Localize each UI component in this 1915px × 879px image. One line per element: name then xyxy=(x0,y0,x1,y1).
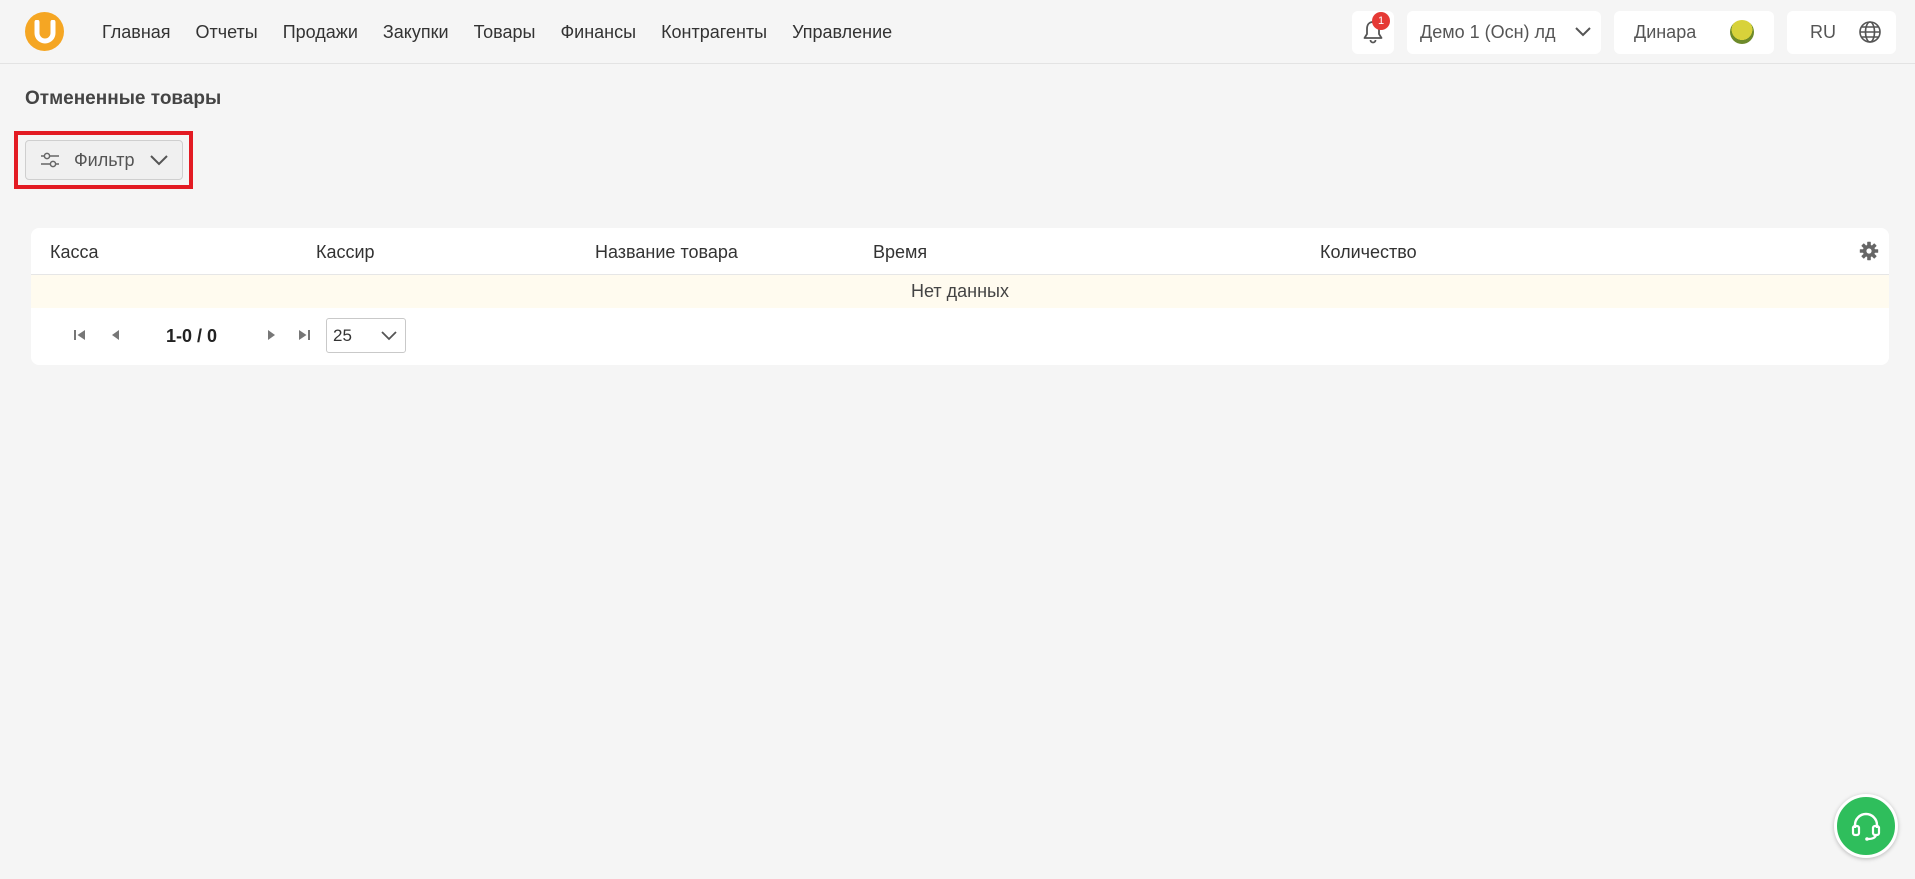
prev-page-icon[interactable] xyxy=(108,327,124,343)
notification-badge: 1 xyxy=(1372,11,1390,30)
nav-item-management[interactable]: Управление xyxy=(792,22,892,43)
column-header-quantity[interactable]: Количество xyxy=(1320,242,1417,263)
table-header: Касса Кассир Название товара Время Колич… xyxy=(31,228,1889,275)
nav-item-home[interactable]: Главная xyxy=(102,22,171,43)
settings-gear-icon[interactable] xyxy=(1859,241,1879,261)
user-menu[interactable]: Динара xyxy=(1614,10,1774,54)
nav-item-products[interactable]: Товары xyxy=(474,22,536,43)
chevron-down-icon xyxy=(1575,27,1591,37)
language-select[interactable]: RU xyxy=(1787,10,1896,54)
main-nav: Главная Отчеты Продажи Закупки Товары Фи… xyxy=(102,0,917,64)
chevron-down-icon xyxy=(150,154,169,165)
column-header-product-name[interactable]: Название товара xyxy=(595,242,738,263)
app-logo[interactable] xyxy=(25,12,64,51)
nav-item-purchases[interactable]: Закупки xyxy=(383,22,449,43)
page-title: Отмененные товары xyxy=(25,88,222,109)
support-chat-button[interactable] xyxy=(1834,794,1898,858)
sliders-icon xyxy=(41,152,59,168)
first-page-icon[interactable] xyxy=(72,327,88,343)
last-page-icon[interactable] xyxy=(296,327,312,343)
column-header-time[interactable]: Время xyxy=(873,242,927,263)
organization-select[interactable]: Демо 1 (Осн) лд xyxy=(1407,10,1601,54)
page-range: 1-0 / 0 xyxy=(166,326,218,346)
filter-button[interactable]: Фильтр xyxy=(25,140,183,180)
organization-label: Демо 1 (Осн) лд xyxy=(1420,21,1556,42)
headset-icon xyxy=(1851,812,1881,841)
nav-item-contractors[interactable]: Контрагенты xyxy=(661,22,767,43)
notifications-button[interactable]: 1 xyxy=(1352,10,1394,54)
top-bar: Главная Отчеты Продажи Закупки Товары Фи… xyxy=(0,0,1915,64)
pagination: 1-0 / 0 25 xyxy=(31,317,1889,355)
nav-item-sales[interactable]: Продажи xyxy=(283,22,358,43)
avatar xyxy=(1730,20,1754,44)
column-header-cashier[interactable]: Кассир xyxy=(316,242,375,263)
filter-label: Фильтр xyxy=(74,149,135,170)
cancelled-items-table: Касса Кассир Название товара Время Колич… xyxy=(31,228,1889,365)
header-actions: 1 Демо 1 (Осн) лд Динара RU xyxy=(1352,10,1896,54)
next-page-icon[interactable] xyxy=(263,327,279,343)
nav-item-reports[interactable]: Отчеты xyxy=(196,22,258,43)
empty-message: Нет данных xyxy=(911,281,1009,301)
nav-item-finance[interactable]: Финансы xyxy=(560,22,636,43)
page-size-select[interactable]: 25 xyxy=(326,318,406,353)
page-size-value: 25 xyxy=(333,325,352,345)
column-header-register[interactable]: Касса xyxy=(50,242,99,263)
chevron-down-icon xyxy=(381,330,397,340)
user-name: Динара xyxy=(1634,21,1697,42)
empty-row: Нет данных xyxy=(31,275,1889,308)
language-label: RU xyxy=(1810,21,1836,42)
logo-u-icon xyxy=(34,19,55,43)
globe-icon xyxy=(1859,21,1881,43)
